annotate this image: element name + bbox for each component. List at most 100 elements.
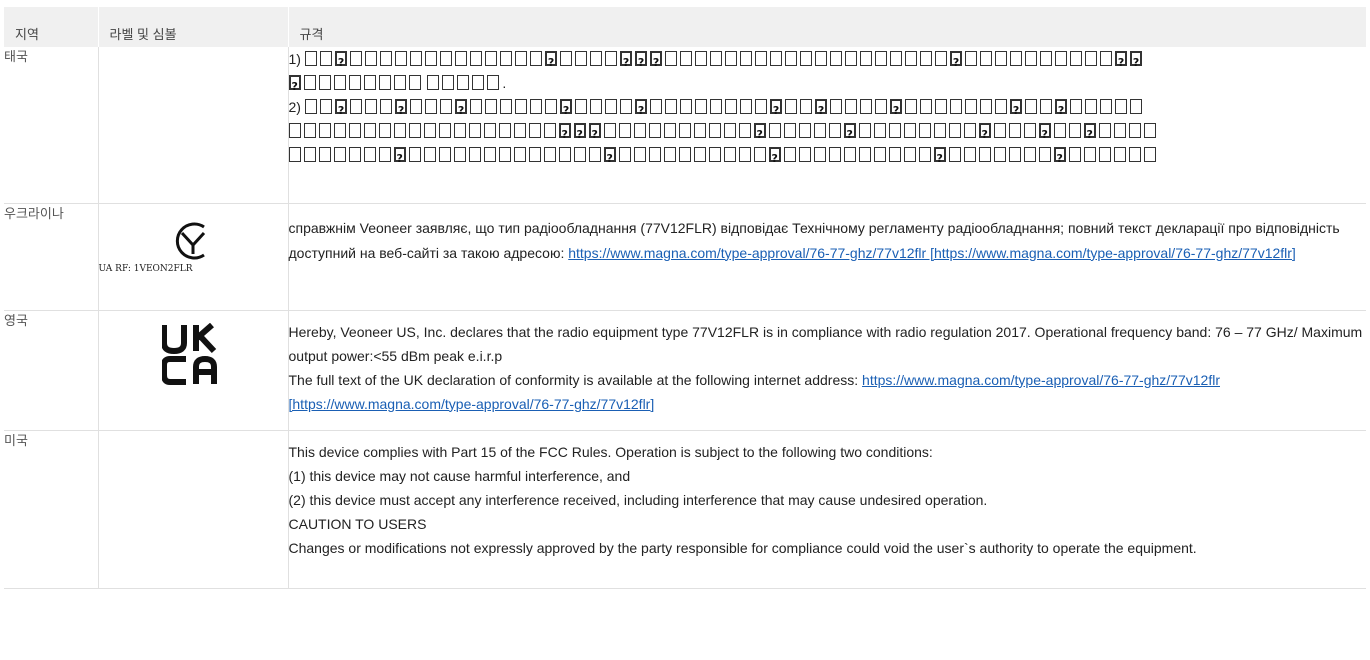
missing-glyph-box: [784, 51, 797, 66]
regulatory-table: 지역 라벨 및 심볼 규격 태국 1) . 2) 우크라이나: [4, 7, 1366, 589]
missing-glyph-box: [589, 51, 602, 66]
missing-glyph-box: [724, 51, 737, 66]
missing-glyph-box: [558, 147, 571, 162]
missing-glyph-box: [918, 147, 931, 162]
missing-glyph-box: [378, 147, 391, 162]
missing-glyph-box: [993, 147, 1006, 162]
missing-glyph-box: [438, 123, 451, 138]
missing-glyph-box: [1054, 99, 1067, 123]
missing-glyph-box: [574, 51, 587, 66]
missing-glyph-box: [1114, 99, 1127, 114]
missing-glyph-box: [363, 75, 376, 90]
missing-glyph-box: [379, 51, 392, 66]
missing-glyph-box: [649, 99, 662, 114]
missing-glyph-box: [738, 147, 751, 162]
missing-glyph-box: [949, 99, 962, 114]
missing-glyph-box: [843, 147, 856, 162]
missing-glyph-box: [979, 99, 992, 114]
missing-glyph-box: [319, 99, 332, 114]
missing-glyph-box: [334, 51, 347, 75]
missing-glyph-box: [1023, 123, 1036, 138]
missing-glyph-box: [844, 99, 857, 114]
missing-glyph-box: [454, 51, 467, 66]
missing-glyph-box: [903, 147, 916, 162]
missing-glyph-box: [874, 51, 887, 66]
missing-glyph-box: [288, 147, 301, 162]
missing-glyph-box: [457, 75, 470, 90]
missing-glyph-box: [589, 99, 602, 114]
missing-glyph-box: [1099, 51, 1112, 66]
missing-glyph-box: [1008, 123, 1021, 138]
missing-glyph-box: [783, 147, 796, 162]
missing-glyph-box: [484, 99, 497, 114]
missing-glyph-box: [543, 123, 556, 138]
missing-glyph-box: [393, 123, 406, 138]
missing-glyph-box: [889, 51, 902, 66]
missing-glyph-box: [603, 147, 616, 171]
missing-glyph-box: [679, 99, 692, 114]
missing-glyph-box: [1039, 99, 1052, 114]
missing-glyph-box: [603, 123, 616, 138]
missing-glyph-box: [559, 99, 572, 123]
table-row-thailand: 태국 1) . 2): [4, 47, 1367, 204]
missing-glyph-box: [633, 123, 646, 138]
region-thailand: 태국: [4, 47, 98, 204]
missing-glyph-box: [409, 51, 422, 66]
missing-glyph-box: [469, 51, 482, 66]
spec-thailand: 1) . 2): [287, 47, 1367, 204]
missing-glyph-box: [544, 51, 557, 75]
missing-glyph-box: [1053, 147, 1066, 171]
missing-glyph-box: [1128, 123, 1141, 138]
region-usa: 미국: [4, 430, 98, 589]
missing-glyph-box: [363, 123, 376, 138]
missing-glyph-box: [618, 123, 631, 138]
missing-glyph-box: [933, 147, 946, 171]
missing-glyph-box: [469, 99, 482, 114]
missing-glyph-box: [468, 123, 481, 138]
thai-line-2: 2): [289, 95, 1367, 123]
missing-glyph-box: [708, 147, 721, 162]
missing-glyph-box: [1129, 99, 1142, 114]
missing-glyph-box: [663, 123, 676, 138]
table-row-uk: 영국 Hereby, Veoneer US, Inc. declares tha…: [4, 310, 1366, 431]
missing-glyph-box: [828, 123, 841, 138]
spec-usa: This device complies with Part 15 of the…: [287, 430, 1366, 589]
missing-glyph-box: [288, 75, 301, 99]
missing-glyph-box: [738, 123, 751, 138]
missing-glyph-box: [1038, 123, 1051, 147]
missing-glyph-box: [768, 147, 781, 171]
missing-glyph-box: [994, 99, 1007, 114]
missing-glyph-box: [1069, 51, 1082, 66]
missing-glyph-box: [829, 51, 842, 66]
missing-glyph-box: [408, 147, 421, 162]
missing-glyph-box: [828, 147, 841, 162]
missing-glyph-box: [873, 147, 886, 162]
missing-glyph-box: [588, 123, 601, 147]
missing-glyph-box: [318, 123, 331, 138]
missing-glyph-box: [859, 99, 872, 114]
missing-glyph-box: [619, 51, 632, 75]
missing-glyph-box: [364, 99, 377, 114]
spec-uk: Hereby, Veoneer US, Inc. declares that t…: [287, 310, 1366, 431]
missing-glyph-box: [783, 123, 796, 138]
usa-line-5: Changes or modifications not expressly a…: [288, 539, 1197, 556]
ukraine-declaration-link[interactable]: https://www.magna.com/type-approval/76-7…: [568, 245, 1296, 261]
missing-glyph-box: [378, 123, 391, 138]
missing-glyph-box: [604, 99, 617, 114]
missing-glyph-box: [453, 147, 466, 162]
missing-glyph-box: [303, 75, 316, 90]
missing-glyph-box: [559, 51, 572, 66]
missing-glyph-box: [423, 123, 436, 138]
ukraine-mark-caption: UA RF: 1VEON2FLR: [98, 263, 193, 274]
missing-glyph-box: [408, 75, 421, 90]
missing-glyph-box: [814, 51, 827, 66]
missing-glyph-box: [1024, 99, 1037, 114]
missing-glyph-box: [633, 147, 646, 162]
thai-glyphs-2a: [304, 99, 1145, 123]
missing-glyph-box: [753, 123, 766, 147]
missing-glyph-box: [888, 123, 901, 138]
missing-glyph-box: [664, 99, 677, 114]
missing-glyph-box: [678, 147, 691, 162]
missing-glyph-box: [573, 123, 586, 147]
missing-glyph-box: [468, 147, 481, 162]
